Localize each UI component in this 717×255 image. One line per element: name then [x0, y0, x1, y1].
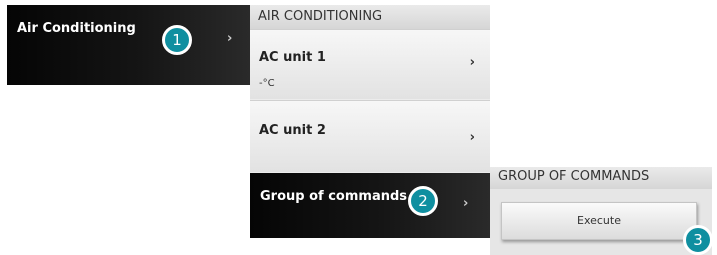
chevron-right-icon: › [469, 130, 475, 145]
ac-unit-1-name: AC unit 1 [259, 50, 326, 65]
execute-button-label: Execute [577, 214, 621, 227]
air-conditioning-panel: AIR CONDITIONING AC unit 1 -°C › AC unit… [250, 5, 490, 238]
step-badge-1: 1 [162, 25, 192, 55]
group-of-commands-panel: GROUP OF COMMANDS Execute 3 [490, 167, 713, 255]
chevron-right-icon: › [469, 55, 475, 70]
chevron-right-icon: › [463, 196, 469, 211]
execute-button[interactable]: Execute [501, 202, 697, 240]
ac-unit-2-name: AC unit 2 [259, 123, 326, 138]
panel-header: GROUP OF COMMANDS [490, 167, 712, 189]
ac-unit-1-row[interactable]: AC unit 1 -°C › [250, 29, 490, 99]
group-of-commands-label: Group of commands [260, 189, 408, 204]
ac-unit-2-row[interactable]: AC unit 2 › [250, 100, 490, 172]
panel-header: AIR CONDITIONING [250, 5, 490, 29]
step-badge-3: 3 [683, 225, 713, 255]
group-of-commands-row[interactable]: Group of commands › 2 [250, 173, 490, 238]
menu-item-air-conditioning[interactable]: Air Conditioning › 1 [7, 5, 250, 85]
menu-item-label: Air Conditioning [17, 21, 136, 36]
step-badge-2: 2 [408, 186, 438, 216]
ac-unit-1-temperature: -°C [259, 78, 275, 89]
chevron-right-icon: › [227, 31, 233, 46]
